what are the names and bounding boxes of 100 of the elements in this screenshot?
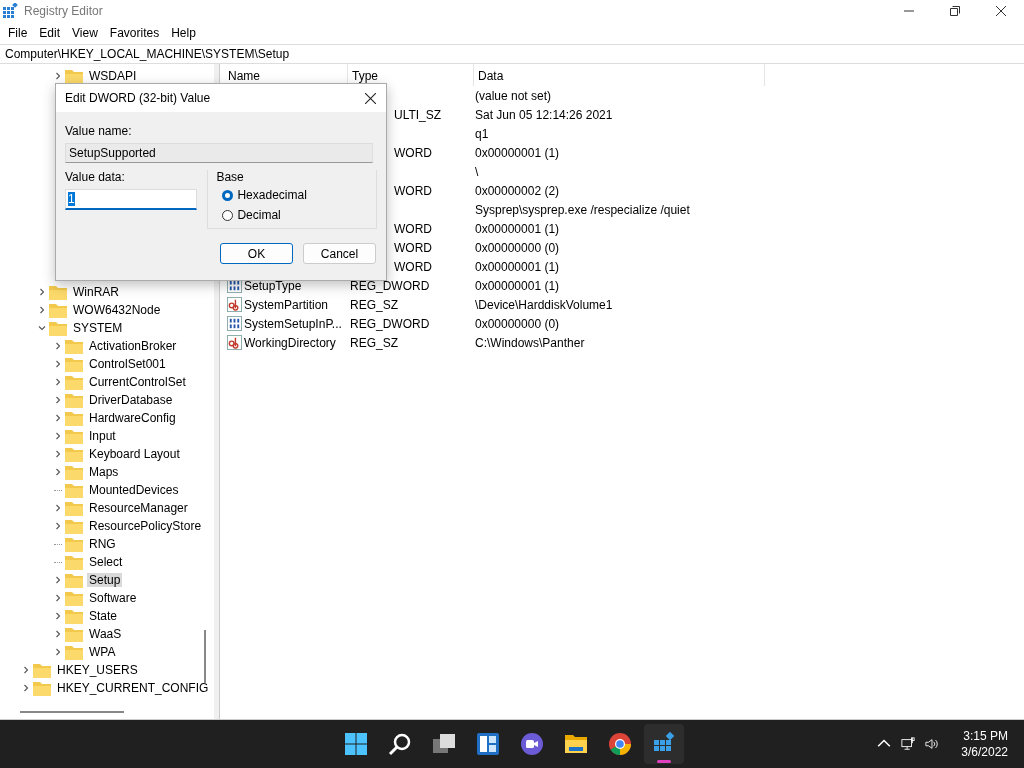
- tree-item[interactable]: RNG: [87, 537, 118, 551]
- tree-item[interactable]: Input: [87, 429, 118, 443]
- chevron-icon[interactable]: [54, 396, 62, 404]
- chevron-icon[interactable]: [54, 450, 62, 458]
- chevron-icon[interactable]: [54, 414, 62, 422]
- dialog-title: Edit DWORD (32-bit) Value: [65, 91, 211, 105]
- tree-item[interactable]: Keyboard Layout: [87, 447, 182, 461]
- search-icon[interactable]: [388, 732, 412, 756]
- ok-button[interactable]: OK: [220, 243, 293, 264]
- tree-item[interactable]: WSDAPI: [87, 69, 139, 83]
- tree-item[interactable]: CurrentControlSet: [87, 375, 188, 389]
- value-data: 0x00000001 (1): [475, 259, 560, 274]
- menu-item[interactable]: File: [2, 26, 34, 40]
- widgets-icon[interactable]: [476, 732, 500, 756]
- clock-time[interactable]: 3:15 PM: [963, 728, 1008, 744]
- tree-item[interactable]: Software: [87, 591, 139, 605]
- tree-item[interactable]: DriverDatabase: [87, 393, 175, 407]
- value-type: ULTI_SZ: [394, 107, 442, 122]
- chevron-icon[interactable]: [54, 594, 62, 602]
- chevron-icon[interactable]: [54, 630, 62, 638]
- menu-item[interactable]: Edit: [33, 26, 67, 40]
- tree-item[interactable]: WaaS: [87, 627, 124, 641]
- chevron-icon[interactable]: [54, 648, 62, 656]
- chevron-icon[interactable]: [54, 468, 62, 476]
- menu-item[interactable]: View: [66, 26, 104, 40]
- close-icon[interactable]: [996, 6, 1006, 16]
- start-icon[interactable]: [344, 732, 368, 756]
- chevron-icon[interactable]: [54, 504, 62, 512]
- tree-item[interactable]: SYSTEM: [71, 321, 125, 335]
- group-label: Base: [216, 170, 245, 184]
- folder-icon: [49, 320, 67, 336]
- radio-button[interactable]: [222, 189, 234, 201]
- chevron-icon[interactable]: [54, 72, 62, 80]
- folder-icon: [65, 500, 83, 516]
- chevron-icon[interactable]: [22, 684, 30, 692]
- chevron-icon[interactable]: [38, 306, 46, 314]
- value-data: 0x00000001 (1): [475, 221, 560, 236]
- tree-item[interactable]: Setup: [87, 573, 123, 587]
- chevron-icon[interactable]: [22, 666, 30, 674]
- radio-label[interactable]: Hexadecimal: [237, 188, 307, 202]
- value-name[interactable]: WorkingDirectory: [244, 335, 336, 350]
- value-data: C:\Windows\Panther: [475, 335, 585, 350]
- tree-item[interactable]: MountedDevices: [87, 483, 181, 497]
- tree-item[interactable]: WOW6432Node: [71, 303, 163, 317]
- chevron-icon[interactable]: [54, 432, 62, 440]
- vertical-scrollbar[interactable]: [204, 630, 206, 683]
- chevron-icon[interactable]: [54, 576, 62, 584]
- app-icon: [2, 3, 18, 19]
- value-data: 0x00000001 (1): [475, 278, 560, 293]
- tree-item[interactable]: ResourceManager: [87, 501, 190, 515]
- column-header[interactable]: Data: [474, 64, 765, 86]
- value-type: REG_SZ: [350, 335, 398, 350]
- folder-icon: [65, 590, 83, 606]
- chevron-icon[interactable]: [54, 522, 62, 530]
- window-title: Registry Editor: [24, 4, 103, 18]
- folder-icon: [65, 626, 83, 642]
- maximize-icon[interactable]: [950, 6, 960, 16]
- value-name-field[interactable]: SetupSupported: [65, 143, 373, 163]
- chevron-icon[interactable]: [38, 324, 46, 332]
- tree-item[interactable]: HardwareConfig: [87, 411, 178, 425]
- task-view-icon[interactable]: [432, 732, 456, 756]
- chevron-icon[interactable]: [54, 342, 62, 350]
- chevron-icon[interactable]: [54, 378, 62, 386]
- tree-item[interactable]: WinRAR: [71, 285, 121, 299]
- value-data-field[interactable]: 1: [65, 189, 198, 210]
- value-data: (value not set): [475, 88, 552, 103]
- chevron-icon[interactable]: [54, 612, 62, 620]
- tree-item[interactable]: Maps: [87, 465, 121, 479]
- tree-item[interactable]: State: [87, 609, 120, 623]
- browser-icon[interactable]: [608, 732, 632, 756]
- tree-item[interactable]: ResourcePolicyStore: [87, 519, 204, 533]
- address-bar[interactable]: Computer\HKEY_LOCAL_MACHINE\SYSTEM\Setup: [0, 44, 1024, 64]
- volume-icon[interactable]: [925, 737, 940, 751]
- chat-icon[interactable]: [520, 732, 544, 756]
- folder-icon: [65, 374, 83, 390]
- chevron-icon[interactable]: [38, 288, 46, 296]
- tree-item[interactable]: HKEY_USERS: [55, 663, 140, 677]
- radio-label[interactable]: Decimal: [237, 208, 281, 222]
- value-data: 0x00000002 (2): [475, 183, 560, 198]
- tree-item[interactable]: ActivationBroker: [87, 339, 179, 353]
- folder-icon[interactable]: [564, 732, 588, 756]
- tree-item[interactable]: Select: [87, 555, 125, 569]
- folder-icon: [65, 554, 83, 570]
- horizontal-scrollbar[interactable]: [20, 711, 124, 713]
- close-icon[interactable]: [365, 92, 376, 104]
- folder-icon: [65, 644, 83, 660]
- menu-item[interactable]: Help: [165, 26, 202, 40]
- clock-date[interactable]: 3/6/2022: [961, 744, 1008, 760]
- radio-button[interactable]: [222, 209, 234, 221]
- value-name[interactable]: SystemSetupInP...: [244, 316, 342, 331]
- menu-item[interactable]: Favorites: [103, 26, 166, 40]
- value-name[interactable]: SetupType: [244, 278, 302, 293]
- chevron-icon[interactable]: [54, 360, 62, 368]
- cancel-button[interactable]: Cancel: [303, 243, 376, 264]
- network-icon[interactable]: [901, 737, 916, 751]
- tree-item[interactable]: ControlSet001: [87, 357, 168, 371]
- value-name[interactable]: SystemPartition: [244, 297, 329, 312]
- tree-item[interactable]: HKEY_CURRENT_CONFIG: [55, 681, 211, 695]
- tree-item[interactable]: WPA: [87, 645, 118, 659]
- value-type: REG_DWORD: [350, 316, 430, 331]
